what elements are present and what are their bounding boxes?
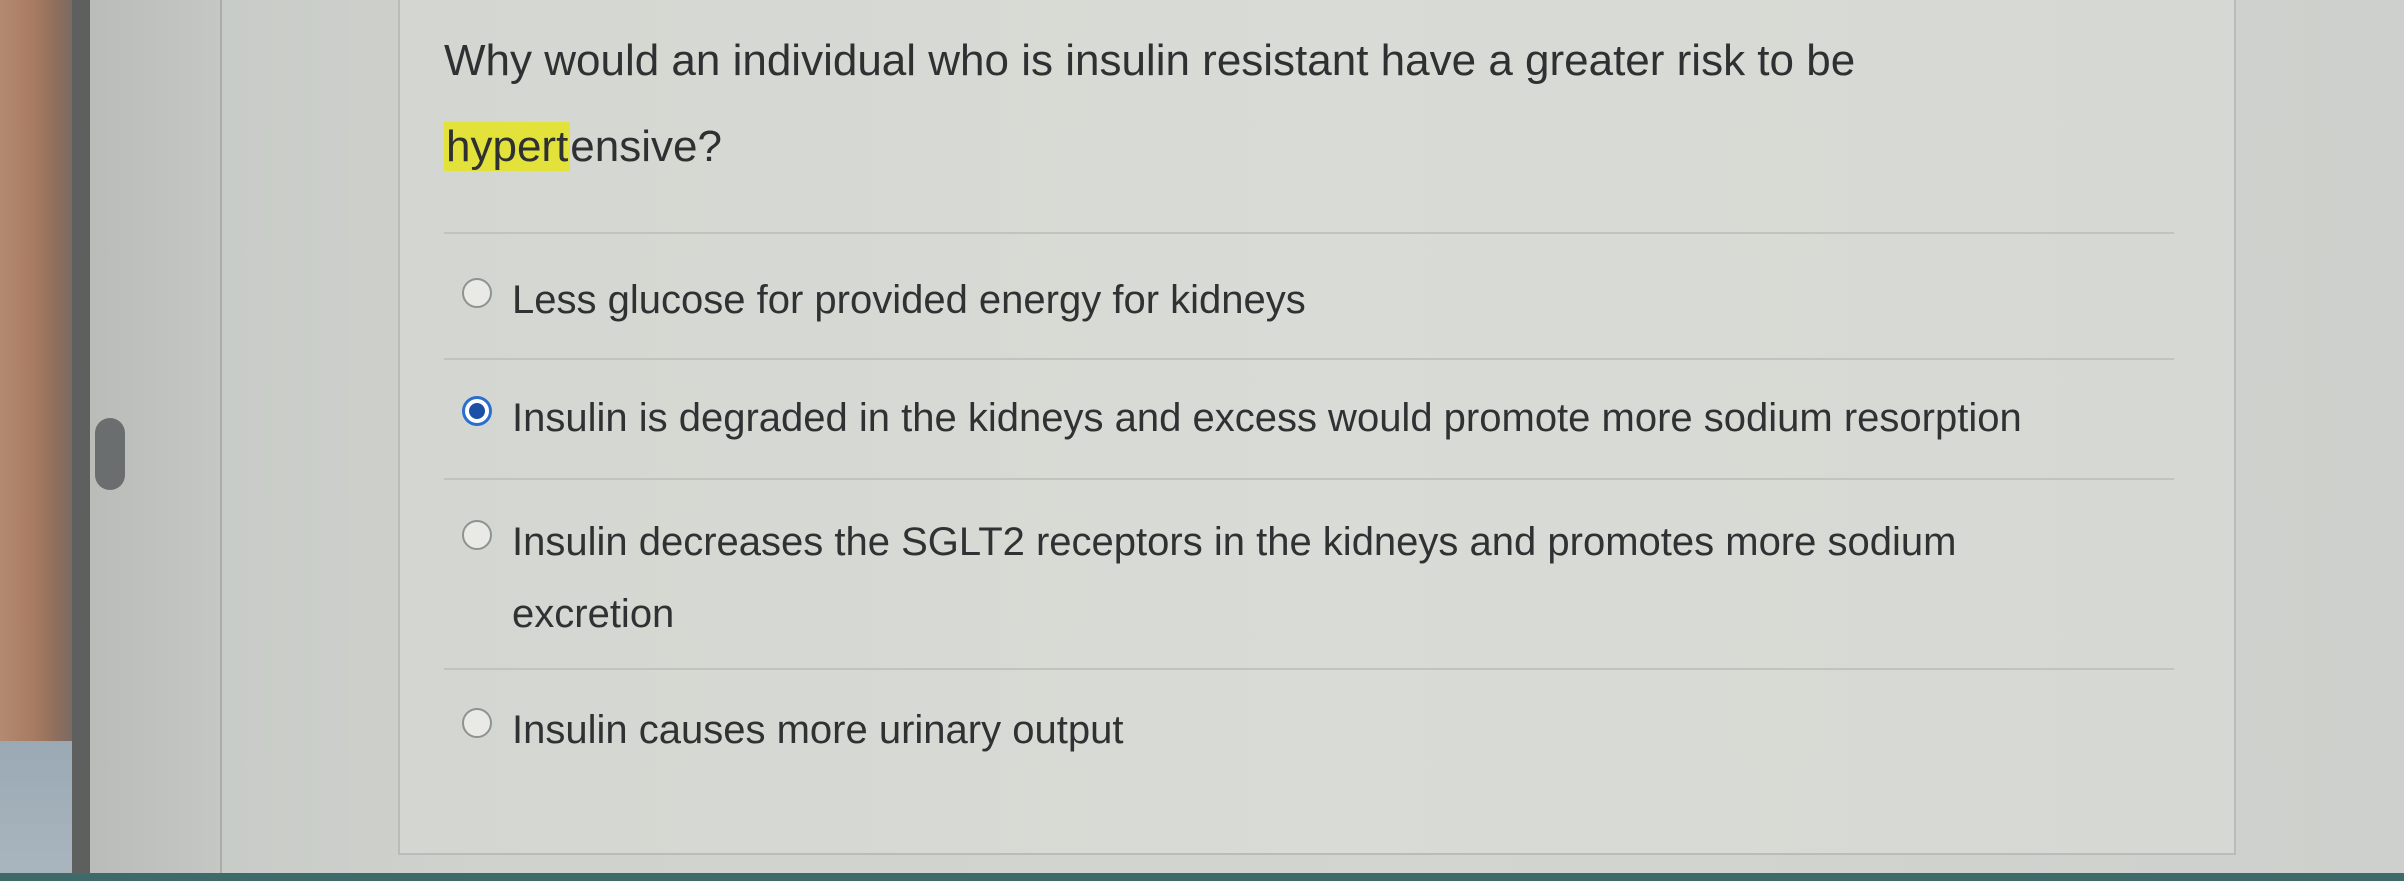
question-card: Why would an individual who is insulin r… (398, 0, 2236, 855)
answer-option-label: Insulin decreases the SGLT2 receptors in… (512, 520, 1957, 636)
divider (444, 478, 2174, 480)
screen: Why would an individual who is insulin r… (0, 0, 2404, 881)
answer-option-label: Insulin causes more urinary output (512, 708, 1124, 752)
answer-option-3[interactable]: Insulin decreases the SGLT2 receptors in… (462, 506, 2122, 650)
question-text: Why would an individual who is insulin r… (444, 18, 2044, 190)
radio-button-2-selected[interactable] (462, 396, 492, 426)
highlighted-text: hypert (444, 122, 571, 171)
left-background-lower (0, 741, 80, 881)
divider (444, 232, 2174, 234)
answer-option-label: Less glucose for provided energy for kid… (512, 278, 1306, 322)
screen-edge (72, 0, 90, 881)
scrollbar-thumb[interactable] (95, 418, 125, 490)
answer-option-2[interactable]: Insulin is degraded in the kidneys and e… (462, 382, 2122, 454)
radio-button-3[interactable] (462, 520, 492, 550)
question-text-end: ensive? (570, 122, 722, 171)
answer-option-4[interactable]: Insulin causes more urinary output (462, 694, 2122, 766)
answer-option-label: Insulin is degraded in the kidneys and e… (512, 396, 2022, 440)
bottom-edge (0, 873, 2404, 881)
radio-button-1[interactable] (462, 278, 492, 308)
divider (444, 668, 2174, 670)
divider (444, 358, 2174, 360)
question-text-start: Why would an individual who is insulin r… (444, 36, 1856, 85)
answer-option-1[interactable]: Less glucose for provided energy for kid… (462, 264, 2122, 336)
radio-button-4[interactable] (462, 708, 492, 738)
left-background (0, 0, 80, 881)
